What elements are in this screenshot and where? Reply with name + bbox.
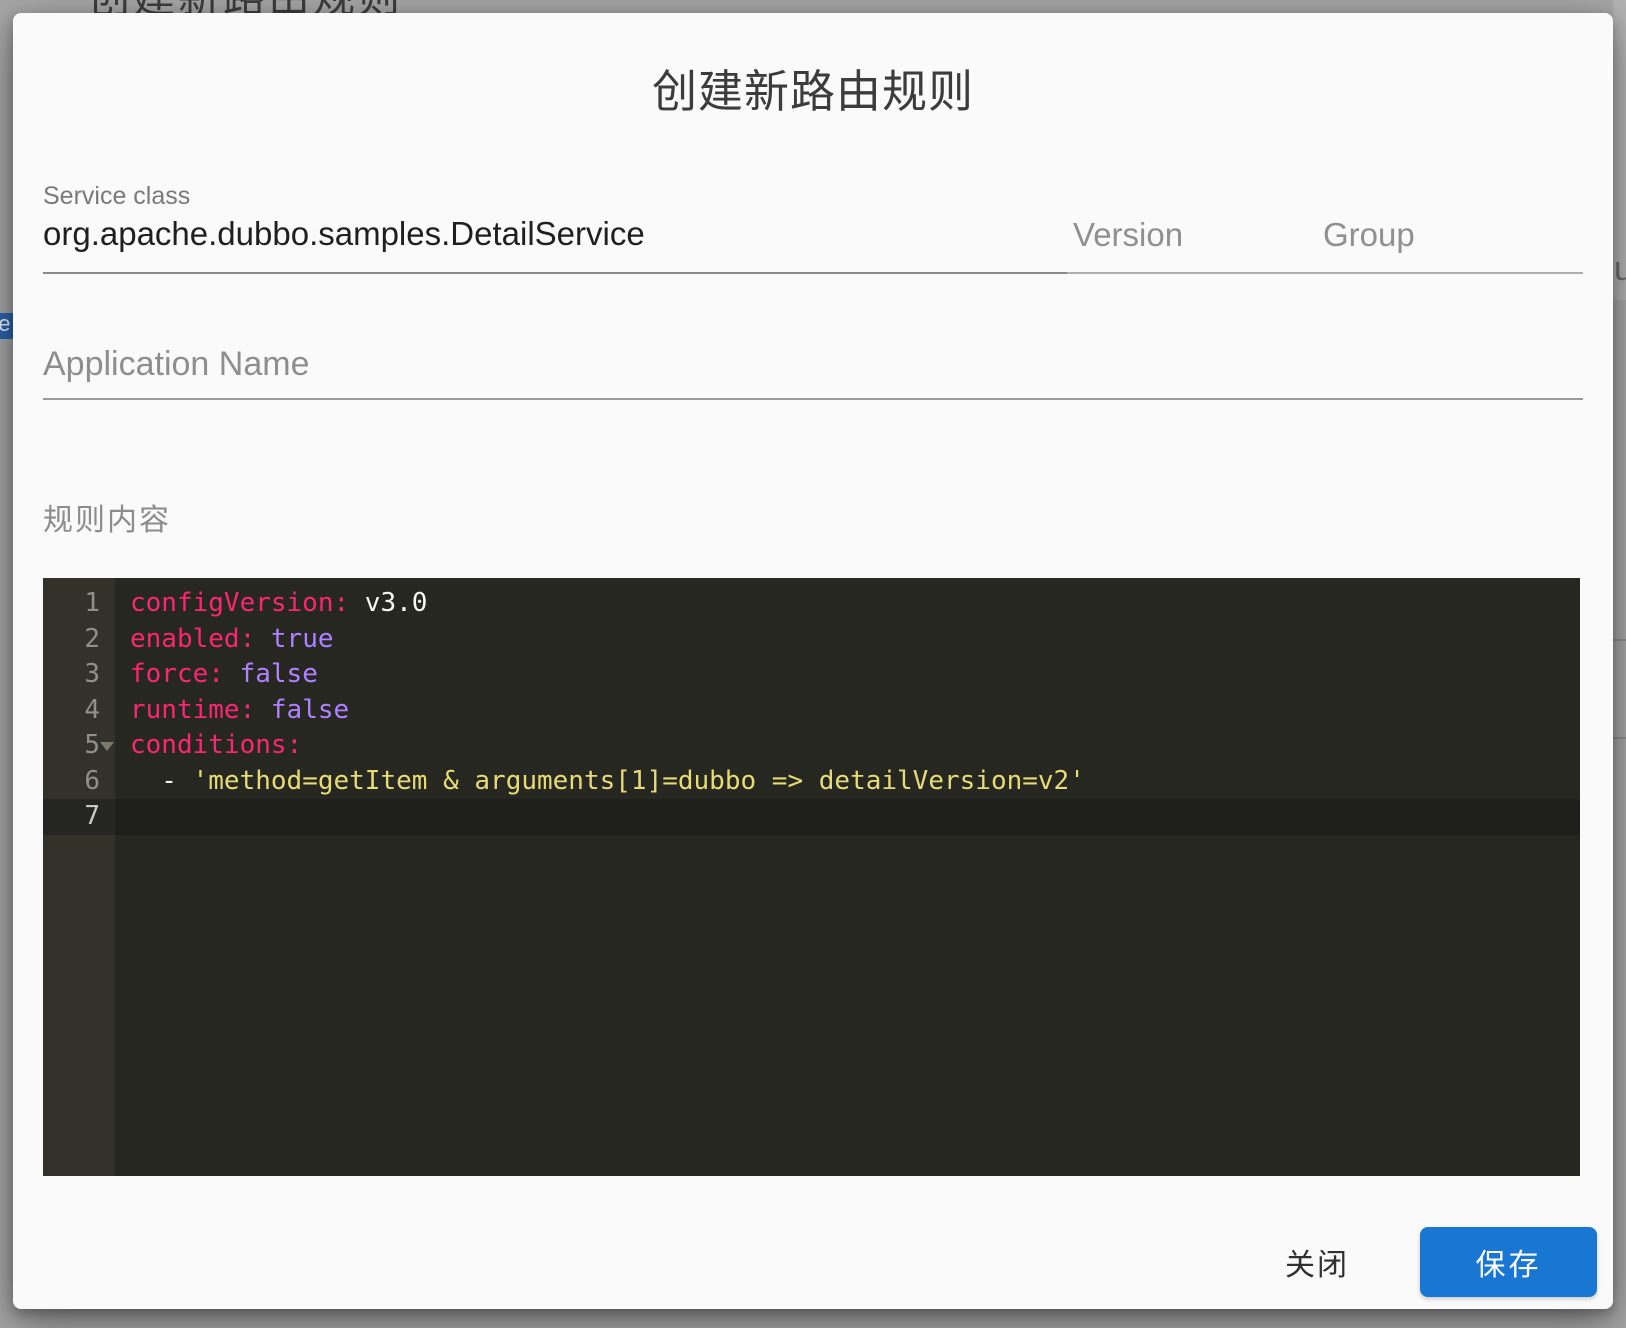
- line-number: 4: [43, 693, 115, 729]
- code-line-content: conditions:: [115, 728, 302, 764]
- line-number: 7: [43, 799, 115, 835]
- line-number: 1: [43, 586, 115, 622]
- rule-content-label: 规则内容: [43, 495, 171, 539]
- background-page-title-fragment: 创建新路由规则: [88, 0, 648, 13]
- background-row-divider: [1613, 737, 1626, 739]
- line-number: 2: [43, 622, 115, 658]
- code-line-content: enabled: true: [115, 622, 334, 658]
- close-button[interactable]: 关闭: [1256, 1227, 1378, 1297]
- version-input[interactable]: Version: [1073, 216, 1183, 254]
- line-number: 3: [43, 657, 115, 693]
- rule-content-editor[interactable]: 1configVersion: v3.02enabled: true3force…: [43, 578, 1580, 1176]
- code-line-content: force: false: [115, 657, 318, 693]
- background-row-divider: [1613, 639, 1626, 641]
- fold-chevron-down-icon[interactable]: [100, 742, 114, 751]
- service-class-underline: [43, 272, 1067, 274]
- editor-line-5[interactable]: 5conditions:: [43, 728, 1580, 764]
- background-text-fragment: u: [1614, 250, 1626, 289]
- editor-lines: 1configVersion: v3.02enabled: true3force…: [43, 586, 1580, 835]
- editor-line-2[interactable]: 2enabled: true: [43, 622, 1580, 658]
- editor-line-4[interactable]: 4runtime: false: [43, 693, 1580, 729]
- editor-line-7[interactable]: 7: [43, 799, 1580, 835]
- code-line-content: - 'method=getItem & arguments[1]=dubbo =…: [115, 764, 1085, 800]
- background-button-text: ne: [0, 313, 10, 336]
- editor-line-1[interactable]: 1configVersion: v3.0: [43, 586, 1580, 622]
- code-line-content: [115, 799, 130, 835]
- editor-line-6[interactable]: 6 - 'method=getItem & arguments[1]=dubbo…: [43, 764, 1580, 800]
- background-button-fragment: ne: [0, 313, 13, 339]
- service-class-label: Service class: [43, 182, 190, 211]
- application-name-input[interactable]: Application Name: [43, 345, 309, 384]
- application-name-underline: [43, 398, 1583, 400]
- background-page-title-text: 创建新路由规则: [88, 0, 648, 13]
- service-class-input[interactable]: org.apache.dubbo.samples.DetailService: [43, 215, 645, 253]
- dialog-title: 创建新路由规则: [13, 55, 1613, 120]
- code-line-content: runtime: false: [115, 693, 349, 729]
- save-button[interactable]: 保存: [1420, 1227, 1597, 1297]
- group-input[interactable]: Group: [1323, 216, 1415, 254]
- editor-line-3[interactable]: 3force: false: [43, 657, 1580, 693]
- version-group-underline: [1067, 272, 1583, 274]
- line-number: 5: [43, 728, 115, 764]
- create-route-rule-dialog: 创建新路由规则 Service class org.apache.dubbo.s…: [13, 13, 1613, 1309]
- code-line-content: configVersion: v3.0: [115, 586, 427, 622]
- background-page-edge: u: [1613, 0, 1626, 1328]
- line-number: 6: [43, 764, 115, 800]
